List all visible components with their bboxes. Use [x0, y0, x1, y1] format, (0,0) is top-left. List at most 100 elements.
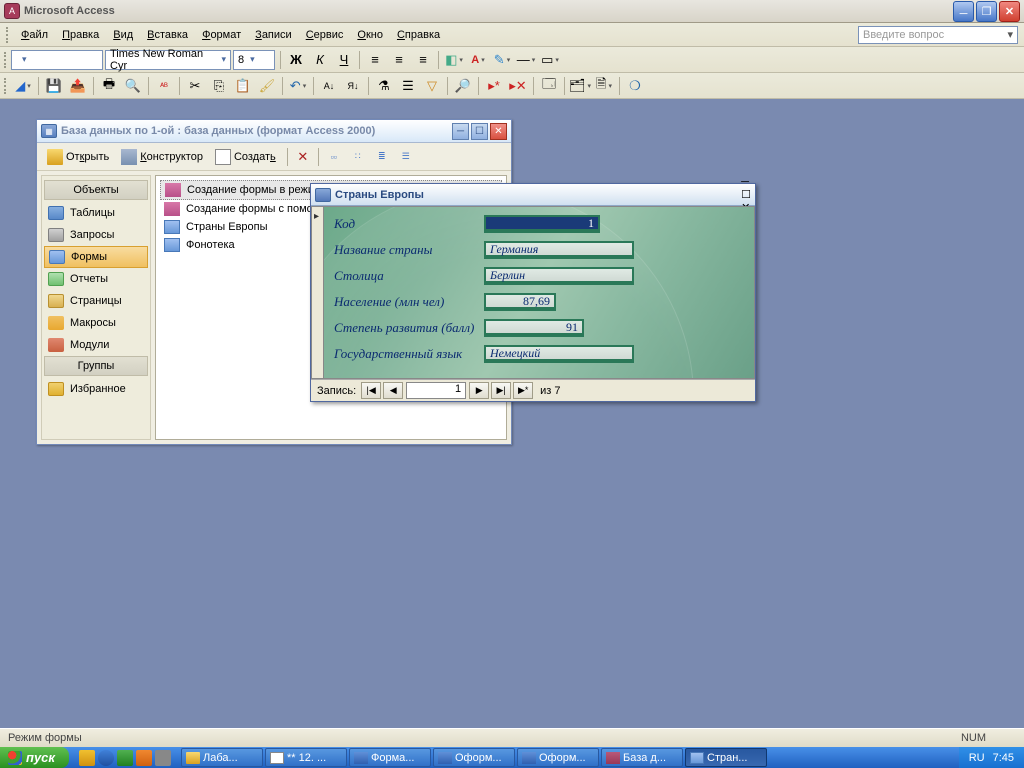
- taskbar-task[interactable]: Оформ...: [517, 748, 599, 767]
- db-delete-button[interactable]: ✕: [292, 146, 314, 168]
- db-create-button[interactable]: Создать: [211, 147, 280, 167]
- italic-button[interactable]: К: [309, 49, 331, 71]
- ql-icon[interactable]: [79, 750, 95, 766]
- spellcheck-button[interactable]: ᴬᴮ: [153, 75, 175, 97]
- linecolor-button[interactable]: ✎: [491, 49, 513, 71]
- view-small-icon[interactable]: ∷: [347, 146, 369, 168]
- paste-button[interactable]: 📋: [232, 75, 254, 97]
- clock[interactable]: 7:45: [993, 752, 1014, 764]
- field-value-kod[interactable]: 1: [484, 215, 600, 233]
- db-maximize-button[interactable]: ☐: [471, 123, 488, 140]
- view-button[interactable]: ◢: [12, 75, 34, 97]
- export-button[interactable]: 📤: [67, 75, 89, 97]
- sidebar-item-modules[interactable]: Модули: [42, 334, 150, 356]
- lang-indicator[interactable]: RU: [969, 752, 985, 764]
- bold-button[interactable]: Ж: [285, 49, 307, 71]
- align-right-button[interactable]: ≡: [412, 49, 434, 71]
- underline-button[interactable]: Ч: [333, 49, 355, 71]
- view-large-icon[interactable]: ▫▫: [323, 146, 345, 168]
- menu-records[interactable]: Записи: [248, 26, 299, 44]
- copy-button[interactable]: ⎘: [208, 75, 230, 97]
- start-button[interactable]: пуск: [0, 747, 69, 768]
- ql-icon[interactable]: [155, 750, 171, 766]
- menu-window[interactable]: Окно: [350, 26, 390, 44]
- formatpainter-button[interactable]: 🖌: [256, 75, 278, 97]
- menu-view[interactable]: Вид: [106, 26, 140, 44]
- record-selector[interactable]: [312, 207, 324, 378]
- newobject-button[interactable]: 🗂: [569, 75, 591, 97]
- menu-insert[interactable]: Вставка: [140, 26, 195, 44]
- menu-file[interactable]: Файл: [14, 26, 55, 44]
- recnav-last-button[interactable]: ▶|: [491, 382, 511, 399]
- view-details-icon[interactable]: ☰: [395, 146, 417, 168]
- field-value-capital[interactable]: Берлин: [484, 267, 634, 285]
- view-list-icon[interactable]: ≣: [371, 146, 393, 168]
- font-combo[interactable]: Times New Roman Cyr: [105, 50, 231, 70]
- recnav-new-button[interactable]: ▶*: [513, 382, 533, 399]
- form-minimize-button[interactable]: ─: [741, 176, 751, 188]
- object-combo[interactable]: [11, 50, 103, 70]
- sidebar-item-forms[interactable]: Формы: [44, 246, 148, 268]
- db-minimize-button[interactable]: ─: [452, 123, 469, 140]
- sidebar-item-favorites[interactable]: Избранное: [42, 378, 150, 400]
- menu-format[interactable]: Формат: [195, 26, 248, 44]
- restore-button[interactable]: [976, 1, 997, 22]
- field-value-lang[interactable]: Немецкий: [484, 345, 634, 363]
- newrec-button[interactable]: ▸*: [483, 75, 505, 97]
- menu-help[interactable]: Справка: [390, 26, 447, 44]
- undo-button[interactable]: ↶: [287, 75, 309, 97]
- taskbar-task[interactable]: Оформ...: [433, 748, 515, 767]
- preview-button[interactable]: 🔍: [122, 75, 144, 97]
- ql-icon[interactable]: [98, 750, 114, 766]
- help-button[interactable]: ❍: [624, 75, 646, 97]
- taskbar-task[interactable]: Стран...: [685, 748, 767, 767]
- taskbar-task[interactable]: Лаба...: [181, 748, 263, 767]
- menu-edit[interactable]: Правка: [55, 26, 106, 44]
- db-design-button[interactable]: Конструктор: [117, 147, 207, 167]
- officelinks-button[interactable]: 🗎: [593, 75, 615, 97]
- help-question-input[interactable]: Введите вопрос: [858, 26, 1018, 44]
- menu-tools[interactable]: Сервис: [299, 26, 351, 44]
- close-button[interactable]: [999, 1, 1020, 22]
- print-button[interactable]: 🖶: [98, 75, 120, 97]
- fillcolor-button[interactable]: ◧: [443, 49, 465, 71]
- filter-form-button[interactable]: ☰: [397, 75, 419, 97]
- db-open-button[interactable]: Открыть: [43, 147, 113, 167]
- sidebar-item-pages[interactable]: Страницы: [42, 290, 150, 312]
- find-button[interactable]: 🔎: [452, 75, 474, 97]
- sort-desc-button[interactable]: Я↓: [342, 75, 364, 97]
- ql-icon[interactable]: [117, 750, 133, 766]
- filter-selection-button[interactable]: ⚗: [373, 75, 395, 97]
- form-maximize-button[interactable]: ☐: [741, 188, 751, 201]
- ql-icon[interactable]: [136, 750, 152, 766]
- recnav-next-button[interactable]: ▶: [469, 382, 489, 399]
- sort-asc-button[interactable]: A↓: [318, 75, 340, 97]
- sidebar-item-queries[interactable]: Запросы: [42, 224, 150, 246]
- separator: [564, 77, 565, 95]
- field-value-name[interactable]: Германия: [484, 241, 634, 259]
- dbwindow-button[interactable]: 🗔: [538, 75, 560, 97]
- taskbar-task[interactable]: Форма...: [349, 748, 431, 767]
- taskbar-task[interactable]: ** 12. ...: [265, 748, 347, 767]
- save-button[interactable]: 💾: [43, 75, 65, 97]
- minimize-button[interactable]: [953, 1, 974, 22]
- field-value-dev[interactable]: 91: [484, 319, 584, 337]
- field-value-population[interactable]: 87,69: [484, 293, 556, 311]
- delrec-button[interactable]: ▸✕: [507, 75, 529, 97]
- sidebar-item-macros[interactable]: Макросы: [42, 312, 150, 334]
- recnav-first-button[interactable]: |◀: [361, 382, 381, 399]
- align-left-button[interactable]: ≡: [364, 49, 386, 71]
- recnav-prev-button[interactable]: ◀: [383, 382, 403, 399]
- recnav-current-input[interactable]: 1: [406, 382, 466, 399]
- taskbar-task[interactable]: База д...: [601, 748, 683, 767]
- sidebar-item-tables[interactable]: Таблицы: [42, 202, 150, 224]
- db-close-button[interactable]: ✕: [490, 123, 507, 140]
- align-center-button[interactable]: ≡: [388, 49, 410, 71]
- fontsize-combo[interactable]: 8: [233, 50, 275, 70]
- specialeffect-button[interactable]: ▭: [539, 49, 561, 71]
- filter-toggle-button[interactable]: ▽: [421, 75, 443, 97]
- cut-button[interactable]: ✂: [184, 75, 206, 97]
- lineweight-button[interactable]: —: [515, 49, 537, 71]
- sidebar-item-reports[interactable]: Отчеты: [42, 268, 150, 290]
- fontcolor-button[interactable]: A: [467, 49, 489, 71]
